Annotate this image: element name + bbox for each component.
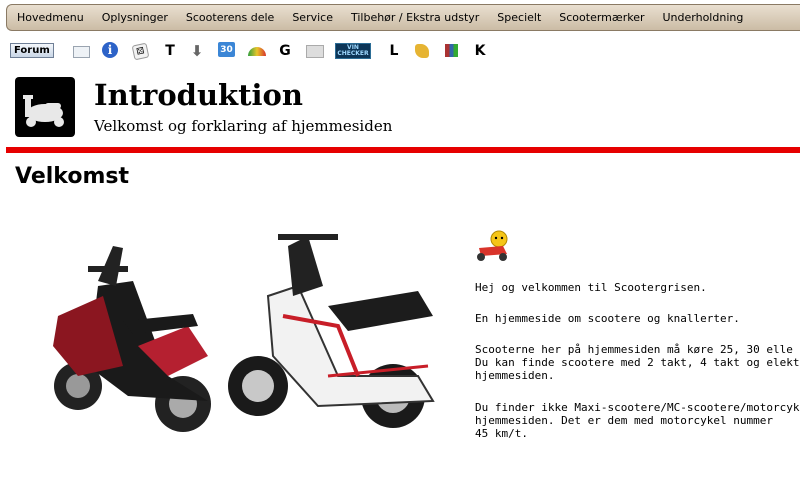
site-logo[interactable] <box>15 77 75 137</box>
section-heading: Velkomst <box>15 164 129 189</box>
intro-paragraph-1: Hej og velkommen til Scootergrisen. <box>475 281 707 294</box>
mail-icon[interactable] <box>73 46 90 58</box>
main-menu-bar: Hovedmenu Oplysninger Scooterens dele Se… <box>6 4 800 31</box>
left-scooter <box>53 246 211 432</box>
menu-oplysninger[interactable]: Oplysninger <box>102 11 168 24</box>
letter-l-link[interactable]: L <box>387 42 401 59</box>
letter-k-link[interactable]: K <box>473 42 487 59</box>
vin-checker-label: CHECKER <box>337 50 369 57</box>
speed-30-icon[interactable]: 30 <box>218 42 235 57</box>
hand-icon[interactable] <box>415 44 429 58</box>
intro-paragraph-3-line-2: Du kan finde scootere med 2 takt, 4 takt… <box>475 356 800 369</box>
vin-checker-icon[interactable]: VIN CHECKER <box>335 43 371 59</box>
intro-paragraph-3-line-3: hjemmesiden. <box>475 369 555 382</box>
forum-button[interactable]: Forum <box>10 43 54 58</box>
menu-tilbehoer[interactable]: Tilbehør / Ekstra udstyr <box>351 11 479 24</box>
menu-specielt[interactable]: Specielt <box>497 11 541 24</box>
mascot-icon <box>477 230 508 261</box>
intro-paragraph-4-line-3: 45 km/t. <box>475 427 528 440</box>
menu-scootermaerker[interactable]: Scootermærker <box>559 11 644 24</box>
header-divider <box>6 147 800 153</box>
menu-hovedmenu[interactable]: Hovedmenu <box>17 11 84 24</box>
page-title: Introduktion <box>94 78 303 112</box>
menu-underholdning[interactable]: Underholdning <box>663 11 744 24</box>
icon-toolbar: Forum i ⚄ T ⬇ 30 G VIN CHECKER L K <box>10 42 800 61</box>
grid-icon[interactable] <box>445 44 458 57</box>
intro-paragraph-3-line-1: Scooterne her på hjemmesiden må køre 25,… <box>475 343 793 356</box>
right-scooter <box>228 234 435 428</box>
dice-icon[interactable]: ⚄ <box>131 42 150 61</box>
menu-service[interactable]: Service <box>292 11 333 24</box>
intro-paragraph-2: En hjemmeside om scootere og knallerter. <box>475 312 740 325</box>
download-arrow-icon[interactable]: ⬇ <box>190 42 204 60</box>
letter-g-link[interactable]: G <box>278 42 292 59</box>
scooters-image <box>53 234 435 432</box>
info-icon[interactable]: i <box>102 42 118 58</box>
scooter-logo-icon <box>23 95 64 127</box>
intro-paragraph-4-line-1: Du finder ikke Maxi-scootere/MC-scootere… <box>475 401 800 414</box>
intro-paragraph-4-line-2: hjemmesiden. Det er dem med motorcykel n… <box>475 414 774 427</box>
id-card-icon[interactable] <box>306 45 324 58</box>
gauge-icon[interactable] <box>248 47 266 56</box>
menu-scooterens-dele[interactable]: Scooterens dele <box>186 11 274 24</box>
page-subtitle: Velkomst og forklaring af hjemmesiden <box>94 117 393 135</box>
letter-t-link[interactable]: T <box>163 42 177 59</box>
